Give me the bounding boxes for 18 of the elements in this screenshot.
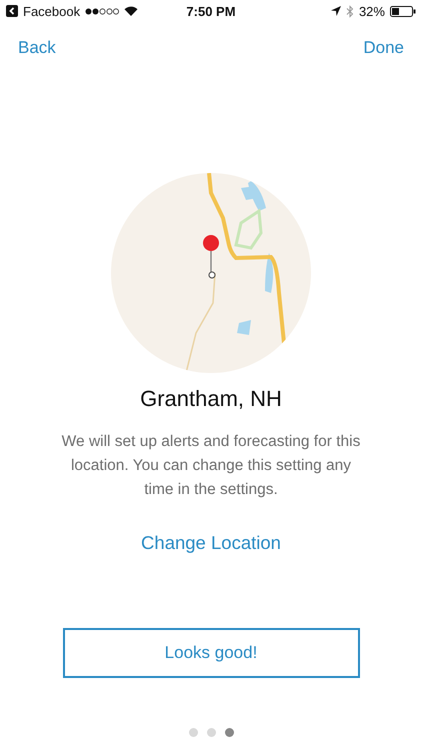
bluetooth-icon — [346, 4, 354, 18]
battery-icon — [390, 6, 416, 16]
wifi-icon — [124, 6, 138, 16]
page-dot[interactable] — [188, 728, 198, 737]
signal-icon — [85, 8, 120, 14]
back-app-label[interactable]: Facebook — [23, 4, 80, 18]
change-location-link[interactable]: Change Location — [141, 532, 281, 554]
description-text: We will set up alerts and forecasting for this location. You can change this setting any time in the settings. — [61, 432, 361, 500]
status-time: 7:50 PM — [186, 4, 236, 18]
location-arrow-icon — [330, 6, 341, 16]
page-dot[interactable] — [224, 728, 234, 737]
page-dot[interactable] — [206, 728, 216, 737]
back-button[interactable]: Back — [12, 36, 62, 60]
location-title: Grantham, NH — [139, 386, 283, 412]
looks-good-button[interactable]: Looks good! — [62, 628, 360, 678]
battery-percent: 32% — [358, 4, 385, 18]
back-app-icon[interactable] — [6, 5, 18, 17]
done-button[interactable]: Done — [357, 36, 410, 60]
